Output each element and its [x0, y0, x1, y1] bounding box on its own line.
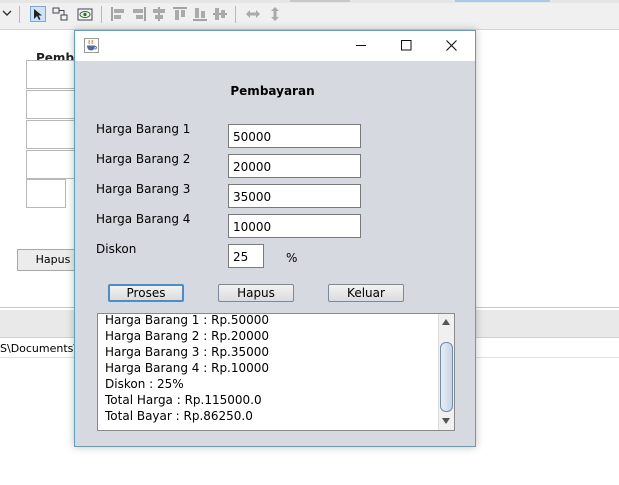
harga-barang-2-field[interactable]: 20000 — [228, 154, 361, 178]
java-cup-icon — [84, 38, 99, 53]
ide-toolbar — [0, 0, 619, 30]
connection-mode-icon[interactable] — [52, 6, 68, 22]
minimize-button[interactable] — [339, 31, 385, 61]
label-diskon: Diskon — [96, 242, 137, 256]
harga-barang-1-field[interactable]: 50000 — [228, 124, 361, 148]
scroll-down-icon[interactable] — [441, 416, 451, 426]
preview-design-icon[interactable] — [77, 6, 93, 22]
background-text-field[interactable] — [26, 179, 66, 208]
background-text-field[interactable] — [26, 60, 78, 89]
close-button[interactable] — [429, 31, 475, 61]
harga-barang-3-field[interactable]: 35000 — [228, 184, 361, 208]
align-right-icon[interactable] — [131, 6, 147, 22]
proses-button[interactable]: Proses — [108, 284, 184, 302]
background-text-field[interactable] — [26, 120, 78, 149]
diskon-field[interactable]: 25 — [228, 244, 264, 268]
label-harga-barang-3: Harga Barang 3 — [96, 182, 191, 196]
harga-barang-4-field[interactable]: 10000 — [228, 214, 361, 238]
background-text-field[interactable] — [26, 150, 78, 179]
editor-tab-edge[interactable] — [290, 0, 350, 2]
keluar-button[interactable]: Keluar — [328, 284, 404, 302]
background-text-field[interactable] — [26, 90, 78, 119]
maximize-icon — [401, 40, 412, 51]
align-left-icon[interactable] — [110, 6, 126, 22]
label-harga-barang-2: Harga Barang 2 — [96, 152, 191, 166]
label-harga-barang-4: Harga Barang 4 — [96, 212, 191, 226]
result-line: Diskon : 25% — [105, 377, 184, 391]
result-lines: Harga Barang 1 : Rp.50000 Harga Barang 2… — [105, 313, 270, 424]
resize-horizontal-icon[interactable] — [245, 6, 261, 22]
payment-dialog-window: Pembayaran Harga Barang 1 Harga Barang 2… — [74, 30, 476, 447]
label-harga-barang-1: Harga Barang 1 — [96, 122, 191, 136]
selection-mode-icon[interactable] — [30, 6, 46, 22]
form-title: Pembayaran — [230, 84, 315, 98]
maximize-button[interactable] — [384, 31, 430, 61]
center-horizontally-icon[interactable] — [151, 6, 167, 22]
vertical-scrollbar[interactable] — [438, 314, 454, 430]
close-icon — [446, 40, 457, 51]
result-line: Total Harga : Rp.115000.0 — [105, 393, 262, 407]
resize-vertical-icon[interactable] — [267, 6, 283, 22]
result-text-area[interactable]: Harga Barang 1 : Rp.50000 Harga Barang 2… — [97, 313, 455, 431]
minimize-icon — [356, 45, 366, 46]
percent-label: % — [286, 251, 298, 265]
editor-tab-edge-active[interactable] — [455, 0, 550, 2]
result-line: Total Bayar : Rp.86250.0 — [105, 409, 253, 423]
result-line: Harga Barang 2 : Rp.20000 — [105, 329, 270, 343]
chevron-down-icon[interactable] — [2, 8, 12, 18]
center-vertically-icon[interactable] — [212, 6, 228, 22]
align-bottom-icon[interactable] — [192, 6, 208, 22]
hapus-button[interactable]: Hapus — [218, 284, 294, 302]
project-path-text: S\Documents\N — [0, 342, 86, 355]
align-top-icon[interactable] — [172, 6, 188, 22]
result-line: Harga Barang 1 : Rp.50000 — [105, 313, 270, 327]
result-line: Harga Barang 4 : Rp.10000 — [105, 361, 270, 375]
result-line: Harga Barang 3 : Rp.35000 — [105, 345, 270, 359]
scroll-thumb[interactable] — [440, 342, 453, 412]
scroll-up-icon[interactable] — [441, 317, 451, 327]
window-titlebar[interactable] — [75, 31, 475, 61]
